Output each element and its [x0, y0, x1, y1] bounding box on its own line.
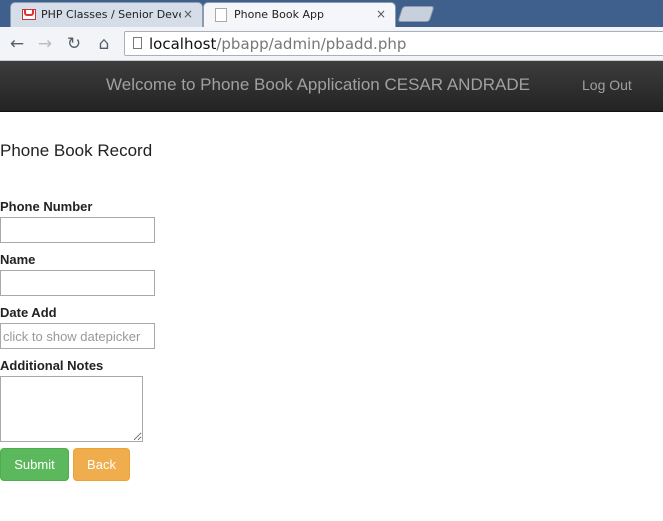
back-arrow-icon[interactable]: ←: [7, 34, 27, 54]
phone-number-label: Phone Number: [0, 199, 93, 214]
browser-tab-phone-book[interactable]: Phone Book App ×: [203, 2, 396, 27]
welcome-text: Welcome to Phone Book Application CESAR …: [106, 75, 530, 94]
forward-arrow-icon[interactable]: →: [35, 34, 55, 54]
browser-tab-php-classes[interactable]: PHP Classes / Senior Develop ×: [10, 2, 203, 27]
submit-button[interactable]: Submit: [0, 448, 69, 481]
additional-notes-textarea[interactable]: [0, 376, 143, 442]
address-url[interactable]: localhost/pbapp/admin/pbadd.php: [149, 35, 406, 53]
back-button[interactable]: Back: [73, 448, 130, 481]
address-bar[interactable]: localhost/pbapp/admin/pbadd.php: [124, 31, 663, 56]
browser-tab-strip: PHP Classes / Senior Develop × Phone Boo…: [0, 0, 663, 27]
close-icon[interactable]: ×: [183, 3, 193, 26]
date-add-label: Date Add: [0, 305, 57, 320]
tab-title: PHP Classes / Senior Develop: [41, 8, 181, 21]
new-tab-button[interactable]: [397, 6, 435, 22]
logout-link[interactable]: Log Out: [582, 77, 632, 93]
phone-number-input[interactable]: [0, 217, 155, 243]
url-path: /pbapp/admin/pbadd.php: [216, 35, 407, 53]
additional-notes-label: Additional Notes: [0, 358, 104, 373]
date-add-input[interactable]: [0, 323, 155, 349]
home-icon[interactable]: ⌂: [94, 34, 114, 54]
page-title: Phone Book Record: [0, 141, 153, 160]
reload-icon[interactable]: ↻: [64, 34, 84, 54]
name-input[interactable]: [0, 270, 155, 296]
gmail-icon: [22, 9, 36, 20]
close-icon[interactable]: ×: [376, 3, 386, 26]
page-icon: [133, 37, 142, 49]
browser-toolbar: ← → ↻ ⌂ localhost/pbapp/admin/pbadd.php: [0, 27, 663, 61]
name-label: Name: [0, 252, 36, 267]
url-host: localhost: [149, 35, 217, 53]
tab-title: Phone Book App: [234, 8, 324, 21]
app-navbar: Welcome to Phone Book Application CESAR …: [0, 61, 663, 112]
page-icon: [215, 8, 227, 22]
